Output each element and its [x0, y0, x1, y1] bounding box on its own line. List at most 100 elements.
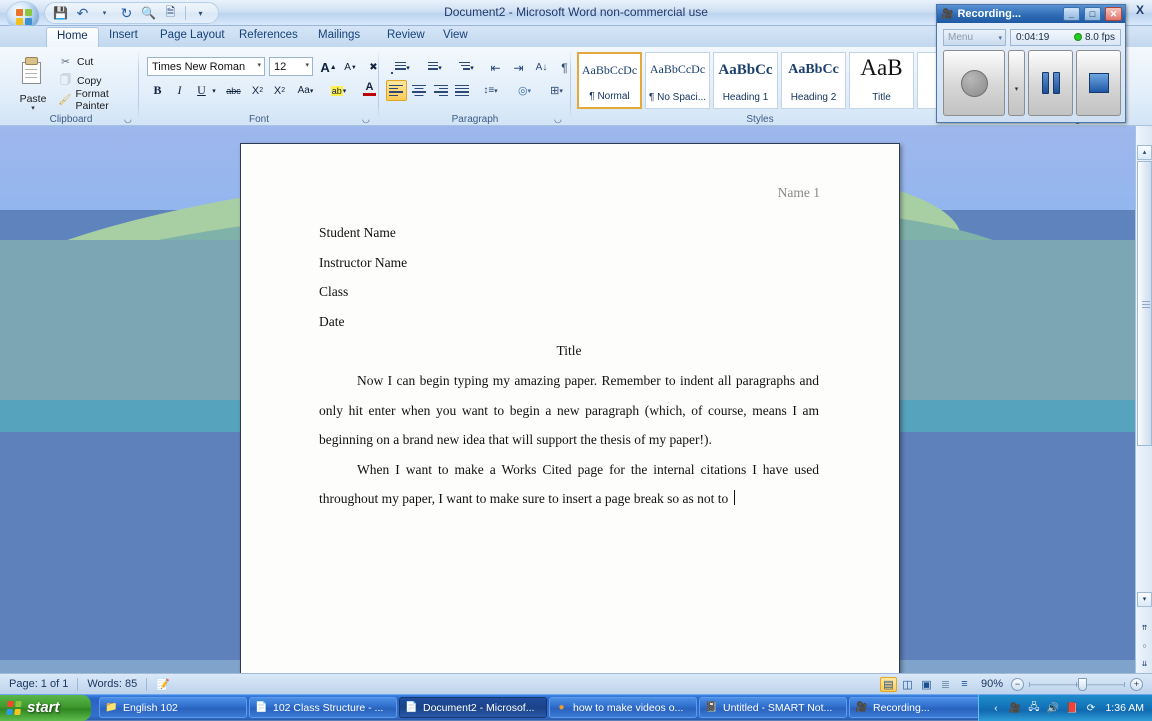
- style-no-spacing[interactable]: AaBbCcDc ¶ No Spaci...: [645, 52, 710, 109]
- borders-button[interactable]: ⊞ ▾: [542, 80, 571, 101]
- tab-review[interactable]: Review: [377, 27, 435, 47]
- font-color-button[interactable]: A: [355, 78, 384, 99]
- print-layout-view-button[interactable]: ▤: [879, 676, 897, 692]
- previous-page-button[interactable]: ⇈: [1137, 622, 1152, 637]
- justify-button[interactable]: [452, 80, 473, 101]
- bullets-button[interactable]: ▾: [386, 57, 415, 78]
- recorder-maximize-button[interactable]: □: [1084, 7, 1101, 21]
- volume-icon[interactable]: 🔊: [1046, 702, 1059, 715]
- full-screen-reading-view-button[interactable]: ◫: [899, 677, 916, 692]
- sync-icon[interactable]: ⟳: [1084, 702, 1097, 715]
- vertical-scrollbar[interactable]: ▴ ▾ ⇈ ○ ⇊: [1135, 126, 1152, 679]
- style-title[interactable]: AaB Title: [849, 52, 914, 109]
- taskbar-item-english-102[interactable]: 📁 English 102: [99, 697, 247, 718]
- taskbar-item-recording[interactable]: 🎥 Recording...: [849, 697, 997, 718]
- clear-formatting-button[interactable]: ✖: [363, 57, 384, 78]
- superscript-button[interactable]: X2: [269, 80, 290, 101]
- clock[interactable]: 1:36 AM: [1105, 702, 1144, 714]
- zoom-in-button[interactable]: +: [1130, 677, 1143, 691]
- page-count-status[interactable]: Page: 1 of 1: [0, 677, 77, 692]
- taskbar-item-document2[interactable]: 📄 Document2 - Microsof...: [399, 697, 547, 718]
- taskbar-item-how-to-make-videos[interactable]: ● how to make videos o...: [549, 697, 697, 718]
- chevron-down-icon[interactable]: ▾: [257, 61, 261, 69]
- text-highlight-button[interactable]: ab ▾: [324, 80, 353, 101]
- proofing-status-icon[interactable]: 📝: [147, 677, 179, 692]
- document-body[interactable]: Student Name Instructor Name Class Date …: [319, 218, 819, 514]
- outline-view-button[interactable]: ≣: [937, 677, 954, 692]
- scroll-up-button[interactable]: ▴: [1137, 145, 1152, 160]
- change-case-button[interactable]: Aa ▾: [291, 80, 320, 101]
- decrease-indent-button[interactable]: ⇤: [485, 57, 506, 78]
- strikethrough-button[interactable]: abc: [223, 80, 244, 101]
- taskbar-item-102-class-structure[interactable]: 📄 102 Class Structure - ...: [249, 697, 397, 718]
- network-icon[interactable]: 🖧: [1027, 702, 1040, 715]
- document-page[interactable]: Name 1 Student Name Instructor Name Clas…: [240, 143, 900, 678]
- recorder-close-button[interactable]: ✕: [1105, 7, 1122, 21]
- show-formatting-marks-button[interactable]: ¶: [554, 57, 575, 78]
- word-count-status[interactable]: Words: 85: [78, 677, 146, 692]
- draft-view-button[interactable]: ≡: [956, 677, 973, 692]
- style-heading-2[interactable]: AaBbCc Heading 2: [781, 52, 846, 109]
- recorder-menu-button[interactable]: Menu ▾: [943, 29, 1006, 46]
- tab-view[interactable]: View: [433, 27, 478, 47]
- pause-button[interactable]: [1028, 50, 1073, 116]
- show-hidden-icons-button[interactable]: ‹: [989, 702, 1002, 715]
- recorder-tray-icon[interactable]: 🎥: [1008, 702, 1021, 715]
- screen-recorder-window[interactable]: 🎥 Recording... _ □ ✕ Menu ▾ 0:04:19 8.0 …: [936, 4, 1126, 123]
- select-browse-object-button[interactable]: ○: [1137, 640, 1152, 655]
- record-button[interactable]: [943, 50, 1005, 116]
- grow-font-button[interactable]: A ▲: [318, 57, 339, 78]
- bullet-list-icon: [391, 61, 407, 74]
- scrollbar-thumb[interactable]: [1137, 161, 1152, 446]
- sort-button[interactable]: A↓: [531, 57, 552, 78]
- italic-button[interactable]: I: [169, 80, 190, 101]
- record-options-dropdown[interactable]: ▾: [1008, 50, 1025, 116]
- subscript-button[interactable]: X2: [247, 80, 268, 101]
- numbering-button[interactable]: ▾: [418, 57, 447, 78]
- font-dialog-launcher[interactable]: ◡: [362, 114, 372, 124]
- style-normal[interactable]: AaBbCcDc ¶ Normal: [577, 52, 642, 109]
- zoom-slider[interactable]: [1029, 677, 1125, 691]
- chevron-down-icon[interactable]: ▾: [998, 34, 1002, 42]
- start-button[interactable]: start: [0, 694, 91, 721]
- stop-button[interactable]: [1076, 50, 1121, 116]
- paste-dropdown-icon[interactable]: ▾: [10, 104, 56, 112]
- align-right-button[interactable]: [430, 80, 451, 101]
- tab-insert[interactable]: Insert: [99, 27, 148, 47]
- smart-tray-icon[interactable]: 📕: [1065, 702, 1078, 715]
- taskbar-item-smart-notebook[interactable]: 📓 Untitled - SMART Not...: [699, 697, 847, 718]
- copy-button[interactable]: 🗍 Copy: [58, 72, 101, 89]
- font-size-combo[interactable]: 12 ▾: [269, 57, 313, 76]
- paste-button[interactable]: Paste ▾: [10, 51, 56, 113]
- scroll-down-button[interactable]: ▾: [1137, 592, 1152, 607]
- clipboard-dialog-launcher[interactable]: ◡: [124, 114, 134, 124]
- next-page-button[interactable]: ⇊: [1137, 658, 1152, 673]
- recorder-minimize-button[interactable]: _: [1063, 7, 1080, 21]
- style-heading-1[interactable]: AaBbCс Heading 1: [713, 52, 778, 109]
- tab-references[interactable]: References: [229, 27, 308, 47]
- format-painter-button[interactable]: 🖌 Format Painter: [58, 88, 138, 112]
- tab-mailings[interactable]: Mailings: [308, 27, 370, 47]
- multilevel-list-button[interactable]: ▾: [450, 57, 479, 78]
- web-layout-view-button[interactable]: ▣: [918, 677, 935, 692]
- font-name-combo[interactable]: Times New Roman ▾: [147, 57, 265, 76]
- zoom-out-button[interactable]: −: [1011, 677, 1024, 691]
- underline-dropdown-icon[interactable]: ▾: [208, 80, 220, 101]
- align-center-button[interactable]: [408, 80, 429, 101]
- zoom-slider-thumb[interactable]: [1078, 677, 1087, 691]
- shading-button[interactable]: ◎ ▾: [510, 80, 539, 101]
- increase-indent-button[interactable]: ⇥: [508, 57, 529, 78]
- close-window-button[interactable]: X: [1136, 3, 1144, 17]
- tab-home[interactable]: Home: [46, 27, 99, 47]
- bold-button[interactable]: B: [147, 80, 168, 101]
- cut-button[interactable]: ✂ Cut: [58, 53, 93, 70]
- zoom-level-label[interactable]: 90%: [979, 677, 1011, 692]
- chevron-down-icon[interactable]: ▾: [305, 61, 309, 69]
- tab-page-layout[interactable]: Page Layout: [150, 27, 235, 47]
- shrink-font-button[interactable]: A ▼: [340, 57, 361, 78]
- doc-line-class: Class: [319, 284, 349, 300]
- page-header[interactable]: Name 1: [778, 185, 820, 201]
- line-spacing-button[interactable]: ↕≡ ▾: [476, 80, 505, 101]
- paragraph-dialog-launcher[interactable]: ◡: [554, 114, 564, 124]
- align-left-button[interactable]: [386, 80, 407, 101]
